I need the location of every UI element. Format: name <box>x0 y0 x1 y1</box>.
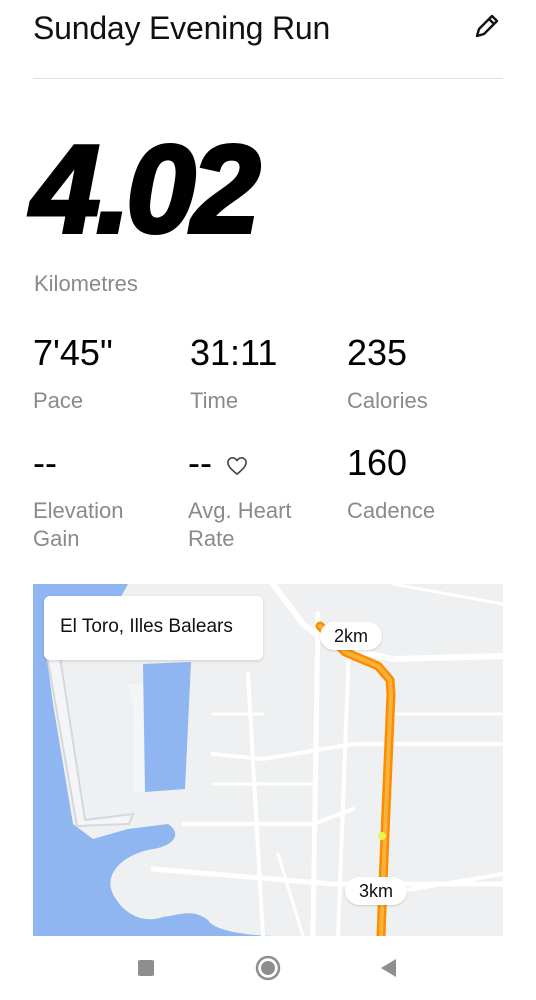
km-marker-2: 2km <box>320 622 383 650</box>
elevation-label: Elevation Gain <box>33 498 124 551</box>
stat-calories: 235 Calories <box>347 335 428 415</box>
harbor-water <box>143 662 191 792</box>
stat-heart-rate: -- Avg. Heart Rate <box>188 445 318 553</box>
page-title: Sunday Evening Run <box>33 10 331 46</box>
stat-pace: 7'45" Pace <box>33 335 113 415</box>
heart-rate-label: Avg. Heart Rate <box>188 498 292 551</box>
system-nav-bar <box>0 936 536 1000</box>
km-marker-3: 3km <box>345 877 408 905</box>
time-label: Time <box>190 388 239 413</box>
square-stop-icon <box>138 960 154 976</box>
route-point <box>378 832 386 840</box>
recents-button[interactable] <box>132 954 160 982</box>
pace-value: 7'45" <box>33 332 113 373</box>
stat-cadence: 160 Cadence <box>347 445 435 525</box>
home-button[interactable] <box>254 954 282 982</box>
elevation-value: -- <box>33 442 57 483</box>
distance-unit: Kilometres <box>34 271 138 296</box>
header: Sunday Evening Run <box>33 0 503 79</box>
distance-value: 4.02 <box>29 121 262 259</box>
stat-elevation: -- Elevation Gain <box>33 445 163 553</box>
location-name: El Toro, Illes Balears <box>60 616 233 637</box>
cadence-value: 160 <box>347 442 408 483</box>
time-value: 31:11 <box>190 332 278 373</box>
circle-home-icon <box>255 955 281 981</box>
stat-time: 31:11 Time <box>190 335 277 415</box>
edit-button[interactable] <box>471 10 503 42</box>
heart-outline-icon <box>227 457 247 475</box>
cadence-label: Cadence <box>347 498 436 523</box>
calories-value: 235 <box>347 332 408 373</box>
triangle-back-icon <box>381 959 396 977</box>
location-card: El Toro, Illes Balears <box>44 596 263 660</box>
back-button[interactable] <box>375 954 403 982</box>
heart-rate-value: -- <box>188 442 212 483</box>
calories-label: Calories <box>347 388 428 413</box>
pencil-icon <box>475 14 499 38</box>
pace-label: Pace <box>33 388 84 413</box>
